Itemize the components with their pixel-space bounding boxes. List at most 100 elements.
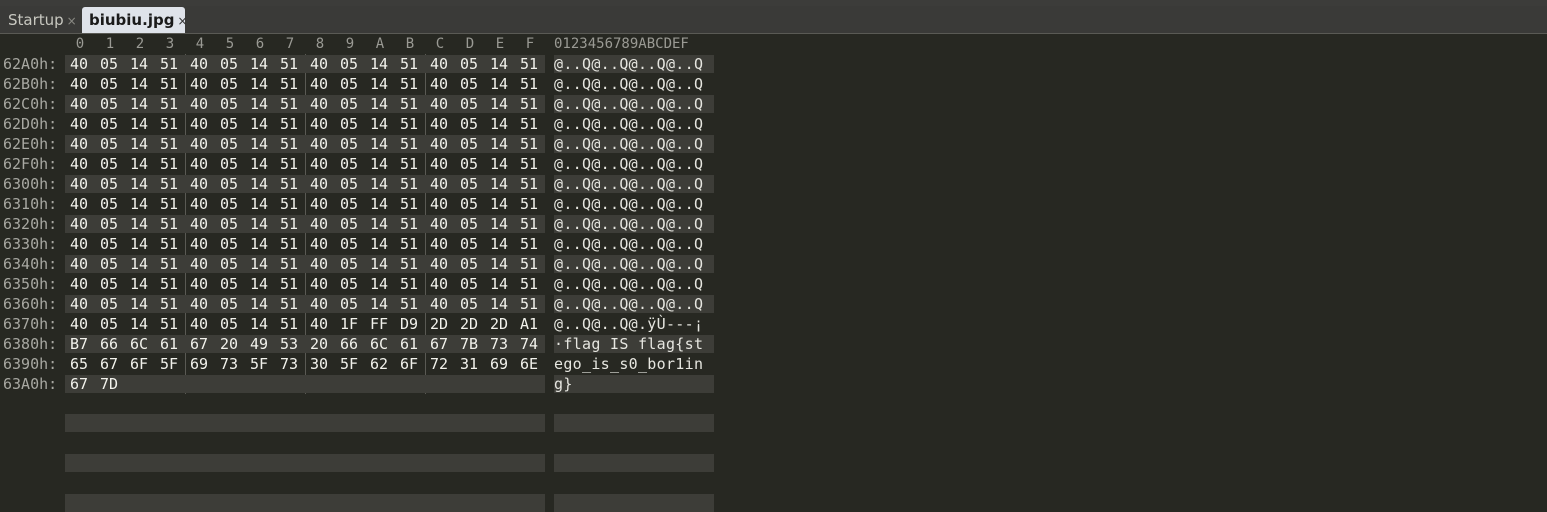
hex-byte[interactable]: 40 — [310, 254, 340, 274]
hex-byte[interactable]: 05 — [460, 54, 490, 74]
hex-byte[interactable]: 05 — [460, 294, 490, 314]
hex-byte[interactable]: 51 — [280, 294, 310, 314]
hex-byte[interactable]: 51 — [160, 114, 190, 134]
hex-byte[interactable]: 67 — [190, 334, 220, 354]
ascii-text[interactable]: @..Q@..Q@..Q@..Q — [554, 134, 724, 154]
hex-byte[interactable]: 14 — [370, 114, 400, 134]
hex-byte[interactable]: 05 — [220, 74, 250, 94]
hex-byte[interactable]: 6F — [130, 354, 160, 374]
close-icon[interactable]: × — [67, 14, 77, 28]
hex-byte[interactable]: 14 — [490, 74, 520, 94]
hex-byte[interactable]: 2D — [430, 314, 460, 334]
ascii-text[interactable]: @..Q@..Q@..Q@..Q — [554, 114, 724, 134]
hex-byte[interactable]: 40 — [430, 94, 460, 114]
hex-byte[interactable]: 14 — [250, 274, 280, 294]
hex-byte[interactable]: 51 — [400, 174, 430, 194]
hex-byte[interactable]: 66 — [340, 334, 370, 354]
hex-byte[interactable]: 05 — [100, 114, 130, 134]
hex-byte[interactable]: 51 — [280, 114, 310, 134]
hex-byte[interactable]: 40 — [70, 194, 100, 214]
hex-byte[interactable]: 05 — [220, 174, 250, 194]
hex-editor-body[interactable]: 62A0h: 40 05 14 51 40 05 14 51 40 05 14 51 40 05 14 51 @.… — [0, 54, 760, 394]
hex-byte[interactable]: 20 — [220, 334, 250, 354]
hex-byte[interactable]: 14 — [250, 294, 280, 314]
hex-byte[interactable]: 05 — [220, 94, 250, 114]
hex-byte[interactable]: 05 — [100, 194, 130, 214]
hex-byte[interactable]: B7 — [70, 334, 100, 354]
hex-byte[interactable]: 40 — [70, 214, 100, 234]
hex-byte[interactable]: 05 — [220, 314, 250, 334]
hex-byte[interactable]: 05 — [100, 154, 130, 174]
hex-byte[interactable]: 67 — [430, 334, 460, 354]
hex-byte[interactable]: 14 — [370, 174, 400, 194]
hex-byte[interactable]: 51 — [280, 214, 310, 234]
hex-byte[interactable]: 51 — [160, 254, 190, 274]
hex-byte[interactable]: 69 — [490, 354, 520, 374]
hex-byte[interactable]: 51 — [280, 94, 310, 114]
hex-byte[interactable]: 14 — [490, 214, 520, 234]
hex-byte[interactable]: 40 — [70, 274, 100, 294]
hex-byte[interactable]: 40 — [70, 94, 100, 114]
hex-byte[interactable]: 05 — [460, 74, 490, 94]
hex-byte[interactable]: 05 — [460, 274, 490, 294]
hex-byte[interactable]: 73 — [220, 354, 250, 374]
hex-byte[interactable]: 51 — [400, 74, 430, 94]
hex-byte[interactable]: 65 — [70, 354, 100, 374]
hex-byte[interactable]: 05 — [220, 114, 250, 134]
ascii-text[interactable]: @..Q@..Q@.ÿÙ---¡ — [554, 314, 724, 334]
hex-byte[interactable]: 40 — [190, 234, 220, 254]
ascii-text[interactable]: ·flag IS flag{st — [554, 334, 724, 354]
hex-byte[interactable]: 40 — [190, 134, 220, 154]
ascii-text[interactable]: @..Q@..Q@..Q@..Q — [554, 154, 724, 174]
hex-byte[interactable]: 51 — [160, 314, 190, 334]
hex-byte[interactable]: 73 — [490, 334, 520, 354]
ascii-text[interactable]: @..Q@..Q@..Q@..Q — [554, 294, 724, 314]
hex-byte[interactable]: 05 — [340, 194, 370, 214]
hex-byte[interactable]: 40 — [430, 214, 460, 234]
hex-byte[interactable]: 14 — [250, 54, 280, 74]
hex-byte[interactable]: 14 — [490, 154, 520, 174]
hex-byte[interactable]: 14 — [370, 274, 400, 294]
hex-byte[interactable]: 14 — [130, 274, 160, 294]
hex-byte[interactable]: 14 — [490, 234, 520, 254]
hex-byte[interactable]: 6F — [400, 354, 430, 374]
hex-byte[interactable]: 40 — [70, 254, 100, 274]
hex-byte[interactable]: 40 — [190, 294, 220, 314]
hex-byte[interactable]: 14 — [250, 234, 280, 254]
hex-byte[interactable]: 05 — [100, 54, 130, 74]
hex-byte[interactable]: 2D — [460, 314, 490, 334]
hex-byte[interactable]: 40 — [70, 314, 100, 334]
hex-byte[interactable]: 40 — [310, 94, 340, 114]
hex-byte[interactable]: 05 — [100, 74, 130, 94]
hex-byte[interactable]: 51 — [160, 274, 190, 294]
hex-byte[interactable]: 51 — [280, 254, 310, 274]
hex-byte[interactable]: 05 — [100, 134, 130, 154]
hex-byte[interactable]: 40 — [190, 154, 220, 174]
hex-byte[interactable]: 40 — [310, 274, 340, 294]
hex-byte[interactable]: 14 — [250, 174, 280, 194]
ascii-text[interactable]: @..Q@..Q@..Q@..Q — [554, 54, 724, 74]
tab-biubiu-jpg[interactable]: biubiu.jpg × — [82, 7, 188, 33]
hex-byte[interactable]: 05 — [460, 254, 490, 274]
hex-byte[interactable]: 31 — [460, 354, 490, 374]
hex-byte[interactable]: 40 — [190, 314, 220, 334]
ascii-text[interactable]: @..Q@..Q@..Q@..Q — [554, 174, 724, 194]
hex-byte[interactable]: 14 — [250, 254, 280, 274]
hex-byte[interactable]: 40 — [70, 74, 100, 94]
hex-byte[interactable]: 14 — [250, 114, 280, 134]
hex-byte[interactable]: 40 — [430, 294, 460, 314]
hex-byte[interactable]: 14 — [130, 154, 160, 174]
hex-byte[interactable]: 61 — [160, 334, 190, 354]
hex-byte[interactable]: 14 — [370, 94, 400, 114]
hex-byte[interactable]: 05 — [100, 254, 130, 274]
hex-byte[interactable]: 40 — [310, 314, 340, 334]
hex-byte[interactable]: 05 — [220, 254, 250, 274]
hex-byte[interactable]: 51 — [160, 194, 190, 214]
hex-byte[interactable]: 51 — [280, 314, 310, 334]
hex-byte[interactable]: 14 — [490, 134, 520, 154]
hex-byte[interactable]: 1F — [340, 314, 370, 334]
hex-byte[interactable]: 14 — [370, 234, 400, 254]
hex-byte[interactable]: FF — [370, 314, 400, 334]
hex-byte[interactable]: 05 — [340, 294, 370, 314]
hex-byte[interactable]: 40 — [70, 154, 100, 174]
